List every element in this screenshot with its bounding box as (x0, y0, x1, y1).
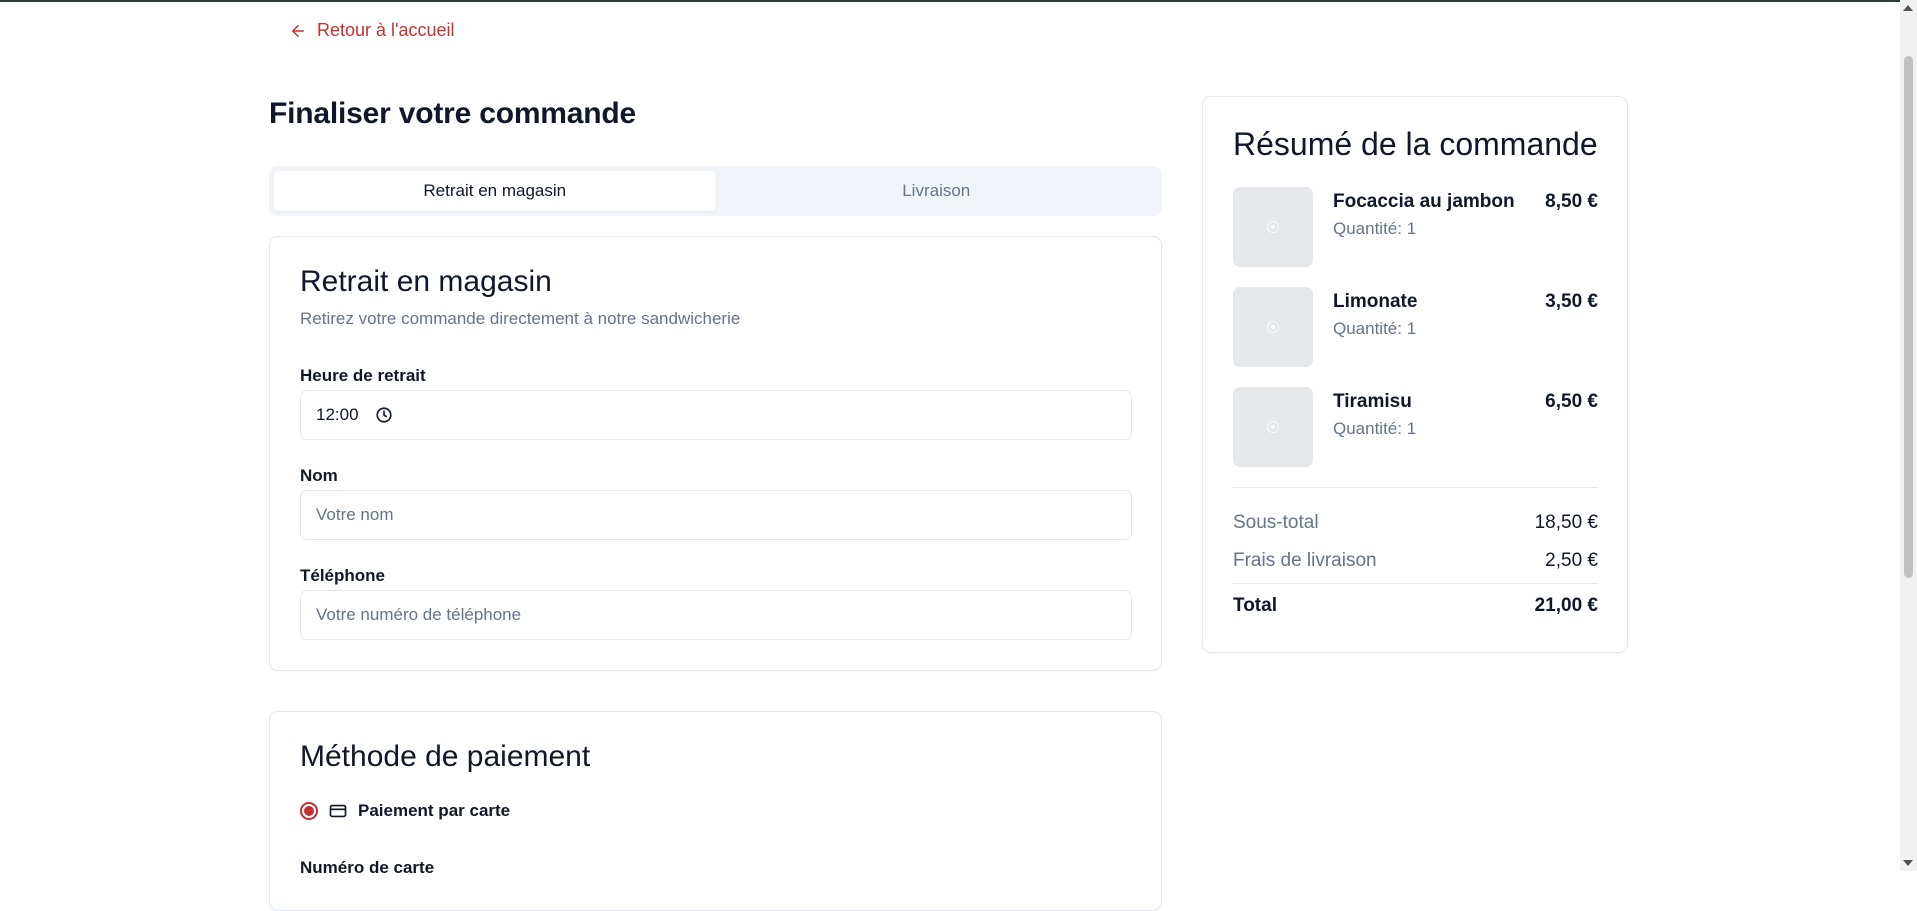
payment-card-title: Méthode de paiement (300, 740, 591, 773)
scrollbar-thumb[interactable] (1904, 56, 1913, 578)
delivery-fee-row: Frais de livraison 2,50 € (1233, 550, 1598, 572)
item-name: Tiramisu (1333, 391, 1412, 412)
total-row: Total 21,00 € (1233, 595, 1598, 617)
order-summary-card: Résumé de la commande Focaccia au jambon… (1202, 96, 1628, 653)
clock-icon[interactable] (375, 406, 393, 424)
credit-card-icon (329, 804, 347, 818)
page-title: Finaliser votre commande (269, 97, 636, 130)
delivery-fee-label: Frais de livraison (1233, 550, 1377, 571)
tab-pickup[interactable]: Retrait en magasin (274, 171, 716, 211)
back-link-label: Retour à l'accueil (317, 20, 455, 40)
total-divider (1233, 583, 1598, 584)
total-label: Total (1233, 595, 1277, 616)
phone-label: Téléphone (300, 566, 386, 585)
subtotal-row: Sous-total 18,50 € (1233, 512, 1598, 534)
card-payment-option[interactable]: Paiement par carte (300, 801, 510, 821)
item-name: Focaccia au jambon (1333, 191, 1515, 212)
product-image-placeholder (1233, 187, 1313, 267)
page-scrollbar[interactable] (1900, 0, 1917, 871)
order-item: Limonate Quantité: 1 3,50 € (1233, 287, 1598, 367)
name-label: Nom (300, 466, 338, 485)
pickup-card-description: Retirez votre commande directement à not… (300, 309, 741, 328)
card-payment-label: Paiement par carte (358, 801, 511, 820)
card-payment-radio[interactable] (300, 802, 318, 820)
item-price: 8,50 € (1545, 191, 1598, 212)
scroll-down-arrow-icon[interactable] (1903, 860, 1913, 866)
item-name: Limonate (1333, 291, 1418, 312)
phone-input[interactable]: Votre numéro de téléphone (300, 590, 1132, 640)
pickup-time-value: 12:00 (316, 405, 359, 424)
name-input[interactable]: Votre nom (300, 490, 1132, 540)
product-image-placeholder (1233, 287, 1313, 367)
window-top-border (0, 0, 1917, 2)
order-item: Tiramisu Quantité: 1 6,50 € (1233, 387, 1598, 467)
card-number-label: Numéro de carte (300, 858, 435, 877)
subtotal-label: Sous-total (1233, 512, 1319, 533)
summary-divider (1233, 487, 1598, 488)
product-image-placeholder (1233, 387, 1313, 467)
item-quantity: Quantité: 1 (1333, 219, 1417, 238)
item-price: 3,50 € (1545, 291, 1598, 312)
arrow-left-icon (292, 24, 304, 37)
tab-delivery[interactable]: Livraison (716, 171, 1158, 211)
order-item: Focaccia au jambon Quantité: 1 8,50 € (1233, 187, 1598, 267)
fulfillment-tabs: Retrait en magasin Livraison (269, 166, 1162, 216)
payment-card: Méthode de paiement Paiement par carte N… (269, 711, 1162, 911)
phone-placeholder: Votre numéro de téléphone (316, 605, 522, 624)
pickup-time-label: Heure de retrait (300, 366, 426, 385)
pickup-card: Retrait en magasin Retirez votre command… (269, 236, 1162, 671)
item-price: 6,50 € (1545, 391, 1598, 412)
name-placeholder: Votre nom (316, 505, 394, 524)
scroll-up-arrow-icon[interactable] (1903, 5, 1913, 11)
subtotal-value: 18,50 € (1534, 512, 1598, 533)
order-summary-title: Résumé de la commande (1233, 126, 1598, 162)
pickup-time-input[interactable]: 12:00 (300, 390, 1132, 440)
delivery-fee-value: 2,50 € (1545, 550, 1598, 571)
pickup-card-title: Retrait en magasin (300, 265, 552, 298)
total-value: 21,00 € (1534, 595, 1598, 616)
item-quantity: Quantité: 1 (1333, 419, 1417, 438)
item-quantity: Quantité: 1 (1333, 319, 1417, 338)
back-to-home-link[interactable]: Retour à l'accueil (289, 20, 455, 41)
